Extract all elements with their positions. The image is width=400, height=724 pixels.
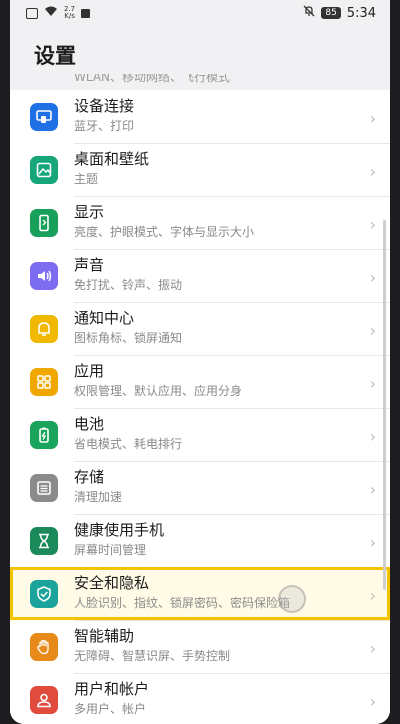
clipped-item[interactable]: WLAN、移动网络、飞行模式 — [74, 74, 390, 84]
item-subtitle: 主题 — [74, 172, 99, 186]
chevron-right-icon: › — [369, 638, 376, 658]
status-bar: 2.7 K/s 85 5:34 — [10, 0, 390, 26]
item-subtitle: 亮度、护眼模式、字体与显示大小 — [74, 225, 255, 239]
device-connection-icon — [30, 102, 58, 131]
item-subtitle: 屏幕时间管理 — [74, 543, 147, 557]
chevron-right-icon: › — [369, 108, 376, 128]
chevron-right-icon: › — [369, 585, 376, 605]
settings-list: 设备连接蓝牙、打印 › 桌面和壁纸主题 › 显示亮度、护眼模式、字体与显示大小 … — [10, 90, 390, 724]
item-subtitle: 无障碍、智慧识屏、手势控制 — [74, 649, 231, 663]
apps-icon — [30, 367, 58, 396]
settings-item-users-accounts[interactable]: 用户和帐户多用户、帐户 › — [10, 673, 390, 724]
wifi-icon — [44, 6, 58, 21]
settings-item-apps[interactable]: 应用权限管理、默认应用、应用分身 › — [10, 355, 390, 409]
item-title: 用户和帐户 — [74, 680, 150, 698]
hourglass-icon — [30, 526, 58, 555]
chevron-right-icon: › — [369, 320, 376, 340]
item-subtitle: 权限管理、默认应用、应用分身 — [74, 384, 243, 398]
chevron-right-icon: › — [369, 161, 376, 181]
phone-screen: 2.7 K/s 85 5:34 设置 WLAN、移动网络、飞行模式 设备连接蓝牙… — [10, 0, 390, 724]
notification-square-icon — [81, 8, 91, 18]
display-icon — [30, 208, 58, 237]
item-title: 电池 — [74, 415, 105, 433]
settings-item-digital-balance[interactable]: 健康使用手机屏幕时间管理 › — [10, 514, 390, 568]
scrollbar[interactable] — [383, 220, 386, 590]
item-subtitle: 图标角标、锁屏通知 — [74, 331, 183, 345]
chevron-right-icon: › — [369, 267, 376, 287]
settings-item-security-privacy[interactable]: 安全和隐私人脸识别、指纹、锁屏密码、密码保险箱 › — [10, 567, 390, 621]
item-title: 安全和隐私 — [74, 574, 150, 592]
item-title: 应用 — [74, 362, 105, 380]
item-title: 显示 — [74, 203, 105, 221]
settings-item-smart-assist[interactable]: 智能辅助无障碍、智慧识屏、手势控制 › — [10, 620, 390, 674]
chevron-right-icon: › — [369, 691, 376, 711]
item-title: 通知中心 — [74, 309, 135, 327]
settings-item-display[interactable]: 显示亮度、护眼模式、字体与显示大小 › — [10, 196, 390, 250]
chevron-right-icon: › — [369, 214, 376, 234]
item-title: 设备连接 — [74, 97, 135, 115]
battery-level: 85 — [321, 7, 341, 19]
item-subtitle: 免打扰、铃声、振动 — [74, 278, 183, 292]
item-title: 存储 — [74, 468, 105, 486]
item-subtitle: 省电模式、耗电排行 — [74, 437, 183, 451]
item-title: 桌面和壁纸 — [74, 150, 150, 168]
page-title: 设置 — [34, 44, 76, 68]
settings-item-storage[interactable]: 存储清理加速 › — [10, 461, 390, 515]
battery-icon — [30, 420, 58, 449]
shield-icon — [30, 579, 58, 608]
item-subtitle: 蓝牙、打印 — [74, 119, 135, 133]
chevron-right-icon: › — [369, 426, 376, 446]
item-subtitle: 人脸识别、指纹、锁屏密码、密码保险箱 — [74, 596, 291, 610]
settings-item-sound[interactable]: 声音免打扰、铃声、振动 › — [10, 249, 390, 303]
item-title: 健康使用手机 — [74, 521, 165, 539]
item-subtitle: 多用户、帐户 — [74, 702, 147, 716]
wallpaper-icon — [30, 155, 58, 184]
touch-indicator — [278, 585, 306, 613]
notification-icon — [30, 314, 58, 343]
clock: 5:34 — [346, 5, 376, 21]
sound-icon — [30, 261, 58, 290]
sim-icon — [26, 7, 38, 19]
item-title: 智能辅助 — [74, 627, 135, 645]
chevron-right-icon: › — [369, 373, 376, 393]
item-subtitle: 清理加速 — [74, 490, 123, 504]
mute-bell-icon — [303, 5, 315, 21]
item-title: 声音 — [74, 256, 105, 274]
settings-item-device-connection[interactable]: 设备连接蓝牙、打印 › — [10, 90, 390, 144]
storage-icon — [30, 473, 58, 502]
settings-item-battery[interactable]: 电池省电模式、耗电排行 › — [10, 408, 390, 462]
settings-item-notification[interactable]: 通知中心图标角标、锁屏通知 › — [10, 302, 390, 356]
net-speed: 2.7 K/s — [64, 5, 76, 20]
assist-hand-icon — [30, 632, 58, 661]
chevron-right-icon: › — [369, 479, 376, 499]
settings-item-wallpaper[interactable]: 桌面和壁纸主题 › — [10, 143, 390, 197]
chevron-right-icon: › — [369, 532, 376, 552]
user-icon — [30, 685, 58, 714]
